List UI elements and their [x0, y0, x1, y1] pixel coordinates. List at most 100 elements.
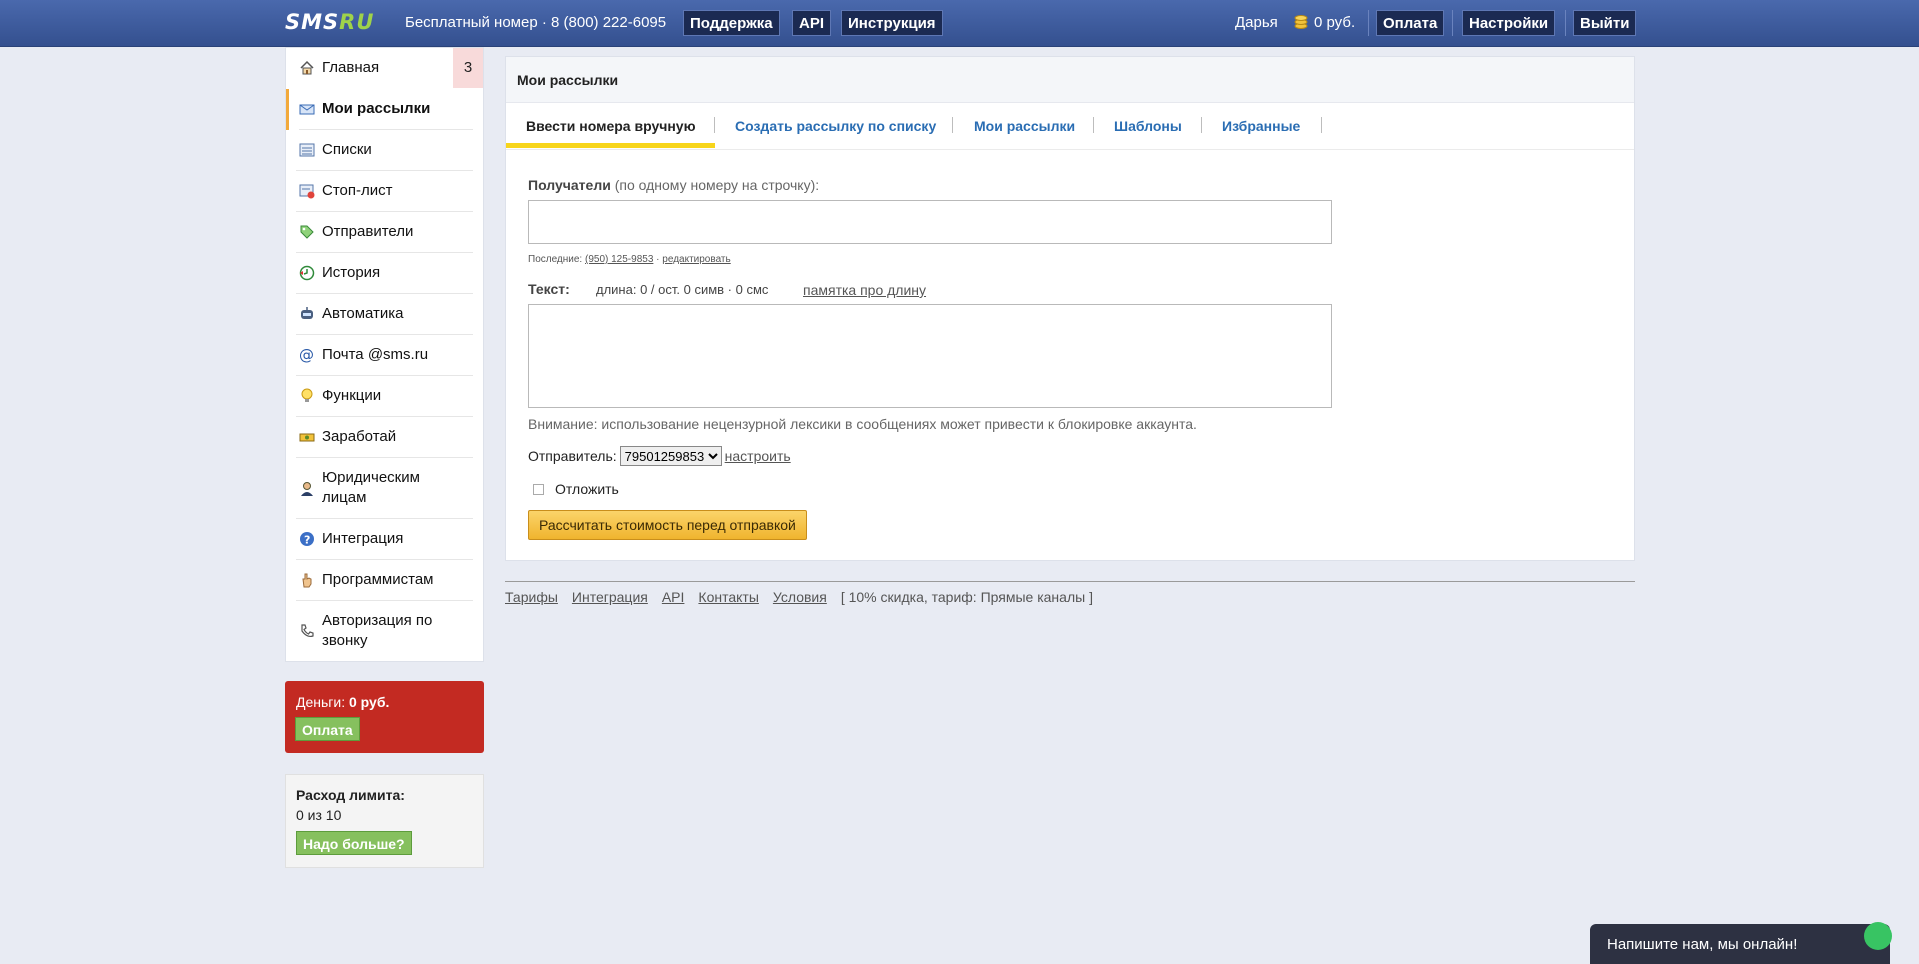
- calculate-cost-button[interactable]: Рассчитать стоимость перед отправкой: [528, 510, 807, 540]
- balance-panel: Деньги: 0 руб. Оплата: [285, 681, 484, 753]
- length-memo-link[interactable]: памятка про длину: [803, 282, 926, 298]
- sidebar-item-call-auth[interactable]: Авторизация по звонку: [286, 601, 483, 661]
- page-title: Мои рассылки: [517, 72, 619, 88]
- at-icon: @: [299, 347, 314, 363]
- tab-create-from-list[interactable]: Создать рассылку по списку: [735, 118, 936, 134]
- tab-separator: [1201, 117, 1202, 133]
- tab-separator: [952, 117, 953, 133]
- tab-bar: Ввести номера вручную Создать рассылку п…: [506, 103, 1634, 150]
- edit-recent-link[interactable]: редактировать: [662, 254, 730, 265]
- sidebar-item-developers[interactable]: Программистам: [286, 560, 483, 601]
- topbar-separator: [1368, 10, 1369, 36]
- money-label: Деньги:: [296, 694, 346, 710]
- sidebar-item-functions[interactable]: Функции: [286, 376, 483, 417]
- notification-badge[interactable]: 3: [453, 48, 483, 88]
- logo-part2: RU: [339, 10, 375, 34]
- sidebar-item-label: Заработай: [322, 428, 397, 445]
- top-bar: SMSRU Бесплатный номер · 8 (800) 222-609…: [0, 0, 1919, 47]
- mailing-panel: Мои рассылки Ввести номера вручную Созда…: [505, 56, 1635, 561]
- hand-icon: [302, 573, 312, 588]
- tag-icon: [300, 225, 314, 239]
- svg-text:@: @: [299, 347, 314, 363]
- bulb-icon: [301, 388, 313, 402]
- footer-link-integration[interactable]: Интеграция: [572, 589, 648, 605]
- tab-separator: [1321, 117, 1322, 133]
- chat-widget[interactable]: Напишите нам, мы онлайн!: [1590, 922, 1892, 964]
- recipients-title: Получатели: [528, 177, 611, 193]
- instructions-button[interactable]: Инструкция: [841, 10, 943, 36]
- footer-link-terms[interactable]: Условия: [773, 589, 827, 605]
- footer-link-api[interactable]: API: [662, 589, 685, 605]
- money-icon: [299, 433, 315, 442]
- need-more-button[interactable]: Надо больше?: [296, 831, 412, 855]
- payment-button[interactable]: Оплата: [1376, 10, 1445, 36]
- sidebar-item-lists[interactable]: Списки: [286, 130, 483, 171]
- recent-number-link[interactable]: (950) 125-9853: [585, 254, 653, 265]
- help-icon: ?: [300, 532, 314, 547]
- tab-favorites[interactable]: Избранные: [1222, 118, 1300, 134]
- balance[interactable]: 0 руб.: [1314, 14, 1355, 31]
- support-button[interactable]: Поддержка: [683, 10, 780, 36]
- text-title: Текст:: [528, 281, 570, 297]
- sidebar-item-earn[interactable]: Заработай: [286, 417, 483, 458]
- message-textarea[interactable]: [528, 304, 1332, 408]
- online-indicator-icon: [1864, 922, 1892, 950]
- tab-separator: [714, 117, 715, 133]
- sender-row: Отправитель: 79501259853 настроить: [528, 446, 791, 466]
- postpone-checkbox[interactable]: [533, 483, 544, 495]
- tab-templates[interactable]: Шаблоны: [1114, 118, 1182, 134]
- postpone-label[interactable]: Отложить: [555, 481, 619, 497]
- sidebar-item-integration[interactable]: ? Интеграция: [286, 519, 483, 560]
- tab-manual-numbers[interactable]: Ввести номера вручную: [526, 118, 696, 134]
- sidebar-item-label: Авторизация по звонку: [322, 612, 433, 649]
- limit-usage: 0 из 10: [296, 807, 342, 823]
- sidebar-item-legal-entities[interactable]: Юридическим лицам: [286, 458, 483, 519]
- sidebar-item-label: Почта @sms.ru: [322, 346, 429, 363]
- sidebar-item-mail-smsru[interactable]: @ Почта @sms.ru: [286, 335, 483, 376]
- sidebar-item-label: Списки: [322, 141, 372, 158]
- sidebar-item-automation[interactable]: Автоматика: [286, 294, 483, 335]
- stoplist-icon: [299, 184, 315, 199]
- length-memo-text: памятка про длину: [803, 282, 927, 298]
- sidebar-nav: Главная 3 Мои рассылки Списки Стоп-лист: [285, 47, 484, 662]
- active-tab-indicator: [506, 143, 715, 148]
- sidebar-item-label: Программистам: [322, 571, 434, 588]
- sidebar-item-senders[interactable]: Отправители: [286, 212, 483, 253]
- free-number: Бесплатный номер · 8 (800) 222-6095: [405, 14, 667, 31]
- coins-icon: [1294, 15, 1308, 29]
- limit-title: Расход лимита:: [296, 787, 405, 803]
- panel-header: Мои рассылки: [506, 57, 1634, 103]
- sidebar-item-label: Главная: [322, 59, 380, 76]
- recent-separator: ·: [656, 254, 660, 265]
- sidebar-item-stoplist[interactable]: Стоп-лист: [286, 171, 483, 212]
- settings-button[interactable]: Настройки: [1462, 10, 1556, 36]
- sidebar-item-home[interactable]: Главная 3: [286, 48, 483, 89]
- profanity-warning: Внимание: использование нецензурной лекс…: [528, 416, 1197, 432]
- list-icon: [299, 143, 315, 157]
- sidebar-item-label: Интеграция: [322, 530, 404, 547]
- username[interactable]: Дарья: [1235, 14, 1278, 31]
- footer-discount-note: [ 10% скидка, тариф: Прямые каналы ]: [840, 589, 1093, 605]
- logout-button[interactable]: Выйти: [1573, 10, 1637, 36]
- recipients-input[interactable]: [528, 200, 1332, 244]
- logo[interactable]: SMSRU: [285, 11, 374, 33]
- sidebar-item-label: Автоматика: [322, 305, 404, 322]
- tab-my-mailings[interactable]: Мои рассылки: [974, 118, 1075, 134]
- sidebar-item-label: Мои рассылки: [322, 100, 431, 117]
- home-icon: [300, 60, 314, 75]
- api-button[interactable]: API: [792, 10, 832, 36]
- sender-setup-link[interactable]: настроить: [725, 448, 791, 464]
- footer-link-tariffs[interactable]: Тарифы: [505, 589, 558, 605]
- robot-icon: [301, 307, 313, 319]
- sender-label: Отправитель:: [528, 448, 617, 464]
- sidebar-item-history[interactable]: История: [286, 253, 483, 294]
- sender-select[interactable]: 79501259853: [619, 446, 722, 466]
- tab-separator: [1093, 117, 1094, 133]
- sidebar-item-my-mailings[interactable]: Мои рассылки: [286, 89, 483, 130]
- footer-link-contacts[interactable]: Контакты: [698, 589, 758, 605]
- pay-button[interactable]: Оплата: [295, 717, 360, 741]
- limit-panel: Расход лимита: 0 из 10 Надо больше?: [285, 774, 484, 868]
- sidebar-item-label: Функции: [322, 387, 382, 404]
- topbar-separator: [1565, 10, 1566, 36]
- chat-prompt: Напишите нам, мы онлайн!: [1607, 936, 1798, 953]
